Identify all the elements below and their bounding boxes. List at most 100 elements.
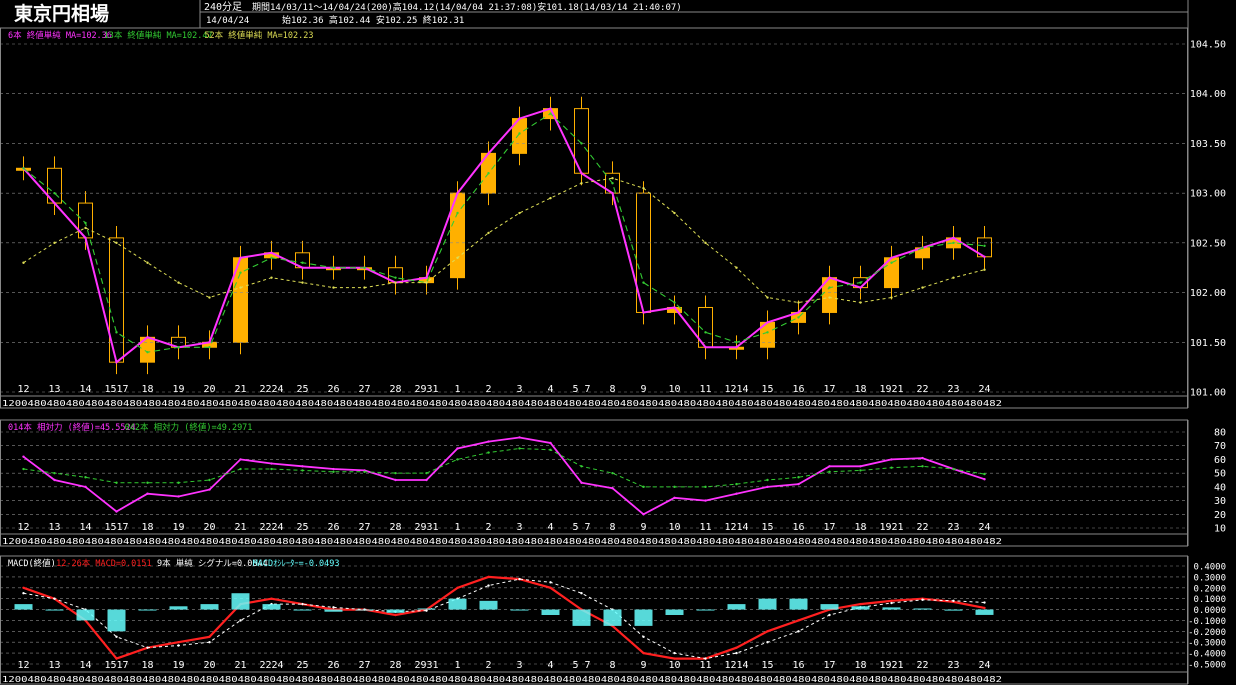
x-tick-label: 17 [823,522,835,533]
data-point [890,261,893,264]
data-point [673,306,676,309]
data-point [735,492,738,495]
data-point [177,495,180,498]
y-tick-label: 0.1000 [1193,595,1226,605]
x-tick-label: 13 [48,522,60,533]
data-point [611,191,614,195]
histogram-bar [231,593,250,610]
x-tick-label: 9 [640,522,646,533]
histogram-bar [975,609,994,615]
data-point [735,646,738,649]
x-tick-label: 18 [854,660,866,671]
data-point [952,467,955,471]
histogram-bar [510,609,529,611]
legend-entry: 52本 終値単純 MA=102.23 [204,30,313,41]
data-point [673,651,676,655]
data-point [22,592,25,595]
x-tick-label: 15 [761,384,773,395]
data-point [84,236,87,240]
data-point [642,281,645,284]
data-point [766,331,769,334]
data-point [456,586,459,589]
data-point [239,256,242,259]
hour-strip: 1200480480480480480480480480480480480480… [2,537,1002,546]
x-tick-label: 25 [296,384,308,395]
data-point [673,211,676,215]
hour-strip: 1200480480480480480480480480480480480480… [2,675,1002,684]
x-tick-label: 23 [947,384,959,395]
x-tick-label: 15 [761,522,773,533]
x-tick-label: 2224 [259,522,283,533]
x-tick-label: 14 [79,660,91,671]
data-point [425,281,428,284]
data-point [797,301,800,304]
data-point [425,471,428,475]
data-point [487,575,490,579]
x-tick-label: 18 [854,384,866,395]
data-point [115,331,118,334]
data-point [735,266,738,269]
ohlc-info: 始102.36 高102.44 安102.25 終102.31 [282,14,464,26]
data-point [580,481,583,484]
x-tick-label: 2 [485,384,491,395]
data-point [332,470,335,473]
current-date: 14/04/24 [206,16,249,26]
x-tick-label: 28 [389,384,401,395]
data-point [704,346,707,349]
data-point [456,458,459,461]
x-tick-label: 9 [640,660,646,671]
x-tick-label: 27 [358,384,370,395]
data-point [797,311,800,314]
x-tick-label: 12 [17,522,29,533]
data-point [611,182,614,185]
data-point [208,346,211,349]
data-point [456,256,459,259]
data-point [425,478,428,482]
data-point [53,191,56,195]
y-tick-label: 101.50 [1190,338,1226,349]
y-tick-label: 0.2000 [1193,584,1226,594]
data-point [239,286,242,289]
histogram-bar [76,609,95,621]
x-tick-label: 1921 [879,384,903,395]
data-point [270,597,273,600]
data-point [766,321,769,324]
x-tick-label: 13 [48,384,60,395]
x-tick-label: 16 [792,384,804,395]
y-tick-label: 104.00 [1190,89,1226,100]
data-point [735,346,738,349]
data-point [611,487,614,490]
data-point [115,360,118,364]
data-point [673,496,676,500]
data-point [580,592,583,595]
data-point [456,211,459,215]
data-point [580,182,583,185]
data-point [146,481,149,484]
x-tick-label: 4 [547,660,553,671]
data-point [84,485,87,489]
data-point [363,470,366,473]
x-tick-label: 13 [48,660,60,671]
data-point [22,455,25,458]
data-point [270,256,273,259]
data-point [890,256,893,259]
data-point [270,467,273,471]
macd-panel: 0.40000.30000.20000.10000.0000-0.1000-0.… [0,555,1226,685]
x-tick-label: 1214 [724,660,748,671]
data-point [735,341,738,344]
data-point [301,281,304,284]
data-point [642,635,645,638]
data-point [394,276,397,279]
data-point [518,132,521,135]
data-point [549,441,552,445]
data-point [332,266,335,269]
x-tick-label: 4 [547,384,553,395]
x-tick-label: 21 [234,522,246,533]
y-tick-label: 40 [1214,482,1226,493]
x-tick-label: 12 [17,660,29,671]
data-point [828,276,831,279]
data-point [797,316,800,319]
y-tick-label: 80 [1214,428,1226,439]
y-tick-label: 0.4000 [1193,563,1226,573]
data-point [890,296,893,299]
